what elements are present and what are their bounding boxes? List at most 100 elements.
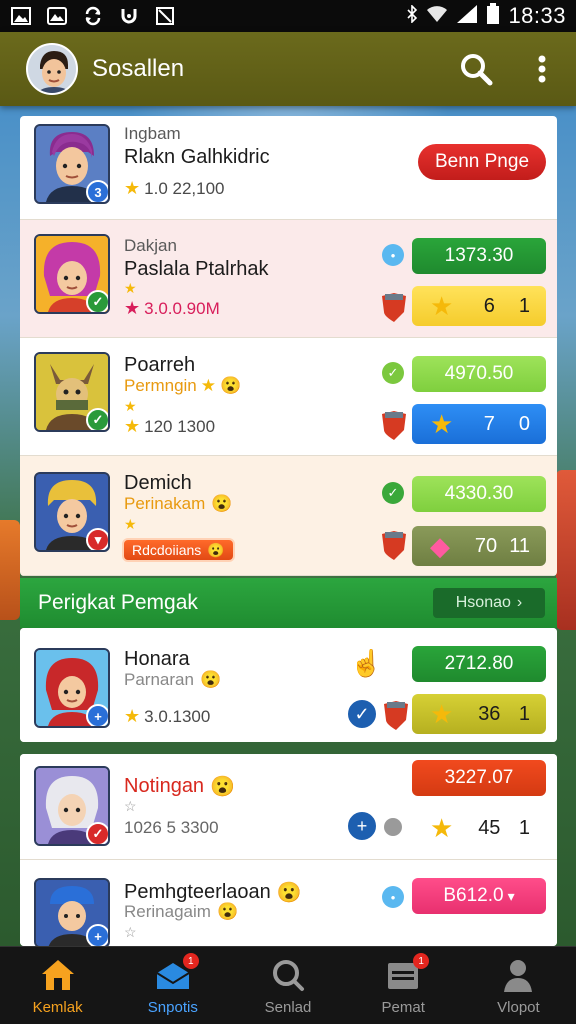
- emoji-icon: 😮: [210, 776, 235, 798]
- emoji-icon: 😮: [220, 376, 242, 395]
- player-stats: ★ 120 1300: [124, 416, 215, 437]
- home-icon: [38, 955, 78, 995]
- player-subtitle: Permngin: [124, 376, 197, 395]
- check-circle-icon[interactable]: ✓: [346, 698, 378, 730]
- info-dot-icon: •: [382, 244, 404, 266]
- score-box: ★ 36 1: [412, 694, 546, 734]
- calendar-icon: 1: [383, 953, 430, 995]
- leaderboard-row[interactable]: ✓ Dakjan Paslala Ptalrhak ★ ★ 3.0.0.90M …: [20, 220, 557, 338]
- ranking-row[interactable]: ✓ Notingan 😮 ☆ 1026 5 3300 + 3227.07 ★ 4…: [20, 754, 557, 860]
- star-icon: ★: [124, 706, 141, 726]
- profile-icon: [498, 955, 538, 995]
- wifi-icon: [426, 5, 448, 28]
- check-badge-icon: ✓: [86, 290, 108, 312]
- score-box: ★ 6 1: [412, 286, 546, 326]
- leaderboard-row[interactable]: ▾ Demich Perinakam 😮 ★ Rdcdoiians 😮 ✓ 43…: [20, 456, 557, 576]
- player-subtitle: Rerinagaim: [124, 902, 211, 921]
- check-badge-icon: ✓: [86, 408, 108, 430]
- player-subtitle-line: Perinakam 😮: [124, 494, 232, 514]
- points-pill: 4330.30: [412, 476, 546, 512]
- player-name: Notingan: [124, 775, 205, 797]
- points-value: B612.0: [443, 885, 504, 906]
- app-title: Sosallen: [92, 55, 185, 82]
- plus-circle-icon[interactable]: +: [346, 810, 378, 842]
- player-name: Paslala Ptalrhak: [124, 258, 269, 280]
- action-button[interactable]: Benn Pnge: [418, 144, 546, 180]
- nav-item-home[interactable]: Kemlak: [0, 947, 115, 1024]
- score-box: ★ 7 0: [412, 404, 546, 444]
- player-avatar: ✓: [34, 766, 110, 846]
- points-pill: 1373.30: [412, 238, 546, 274]
- star-icon: ★: [124, 298, 141, 318]
- star-icon: ★: [124, 416, 141, 436]
- profile-avatar[interactable]: [26, 43, 78, 95]
- score-primary: 70: [474, 534, 498, 557]
- clock: 18:33: [508, 3, 566, 28]
- score-primary: 36: [478, 702, 501, 725]
- reaction-chip[interactable]: Rdcdoiians 😮: [122, 538, 235, 562]
- battery-icon: [486, 2, 500, 30]
- score-primary: 7: [483, 412, 495, 435]
- player-subtitle-line: Parnaran 😮: [124, 670, 221, 690]
- gem-icon: ◆: [430, 530, 450, 561]
- section-more-label: Hsonao: [455, 594, 511, 611]
- player-subtitle: Ingbam: [124, 124, 181, 143]
- score-secondary: 0: [518, 412, 530, 435]
- nav-label: Senlad: [264, 999, 312, 1016]
- ranking-card: ✓ Notingan 😮 ☆ 1026 5 3300 + 3227.07 ★ 4…: [20, 754, 557, 946]
- player-stats: ★ 3.0.1300: [124, 706, 210, 727]
- player-stats: ★ 1.0 22,100: [124, 178, 225, 199]
- player-subtitle-line: Rerinagaim 😮: [124, 902, 238, 922]
- score-secondary: 1: [518, 294, 530, 317]
- reaction-chip-label: Rdcdoiians: [132, 542, 202, 558]
- bottom-navigation: Kemlak 1 Snpotis Senlad 1 Pemat Vlopot: [0, 946, 576, 1024]
- section-header: Perigkat Pemgak Hsonao ›: [20, 578, 557, 628]
- background-decoration-left: [0, 520, 20, 620]
- player-avatar: ✓: [34, 234, 110, 314]
- small-star-icon: ★: [124, 280, 137, 296]
- more-icon[interactable]: [524, 51, 560, 87]
- nav-item-calendar[interactable]: 1 Pemat: [346, 947, 461, 1024]
- nav-item-search[interactable]: Senlad: [230, 947, 345, 1024]
- shield-icon: [384, 701, 408, 730]
- score-primary: 45: [478, 816, 501, 839]
- leaderboard-row[interactable]: ✓ Poarreh Permngin ★ 😮 ★ ★ 120 1300 ✓ 49…: [20, 338, 557, 456]
- nav-item-profile[interactable]: Vlopot: [461, 947, 576, 1024]
- notification-badge: 1: [413, 953, 430, 969]
- points-pill: B612.0 ▾: [412, 878, 546, 914]
- emoji-icon: 😮: [211, 494, 233, 513]
- ranking-row[interactable]: + Pemhgteerlaoan 😮 Rerinagaim 😮 ☆ • B612…: [20, 860, 557, 946]
- ranking-row[interactable]: + Honara Parnaran 😮 ★ 3.0.1300 ☝ ✓ 2712.…: [20, 628, 557, 742]
- nav-label: Vlopot: [497, 999, 540, 1016]
- check-circle-icon: ✓: [382, 362, 404, 384]
- rank-badge: 3: [86, 180, 108, 202]
- player-name: Rlakn Galhkidric: [124, 146, 270, 168]
- star-icon: ★: [124, 178, 141, 198]
- points-pill: 3227.07: [412, 760, 546, 796]
- rank-badge-icon: +: [86, 924, 108, 946]
- player-avatar: +: [34, 878, 110, 946]
- small-star-icon: ★: [124, 516, 137, 532]
- horseshoe-icon: [118, 5, 140, 27]
- player-name: Honara: [124, 648, 190, 670]
- mountain-icon: [46, 5, 68, 27]
- background-decoration-right: [556, 470, 576, 630]
- nav-item-inbox[interactable]: 1 Snpotis: [115, 947, 230, 1024]
- player-name: Pemhgteerlaoan: [124, 881, 271, 903]
- player-avatar: +: [34, 648, 110, 728]
- star-icon: ★: [200, 376, 217, 395]
- search-icon[interactable]: [458, 51, 494, 87]
- no-sim-icon: [154, 5, 176, 27]
- player-name-line: Notingan 😮: [124, 774, 235, 799]
- shield-icon: [382, 531, 406, 560]
- score-box: ◆ 70 11: [412, 526, 546, 566]
- status-dot: [384, 818, 402, 836]
- section-more-button[interactable]: Hsonao ›: [433, 588, 545, 618]
- leaderboard-row[interactable]: 3 Ingbam Rlakn Galhkidric ★ 1.0 22,100 B…: [20, 116, 557, 220]
- search-icon: [268, 955, 308, 995]
- shield-icon: [382, 411, 406, 440]
- sync-icon: [82, 5, 104, 27]
- player-name: Demich: [124, 472, 192, 494]
- emoji-icon: 😮: [216, 902, 239, 921]
- shield-icon: [382, 293, 406, 322]
